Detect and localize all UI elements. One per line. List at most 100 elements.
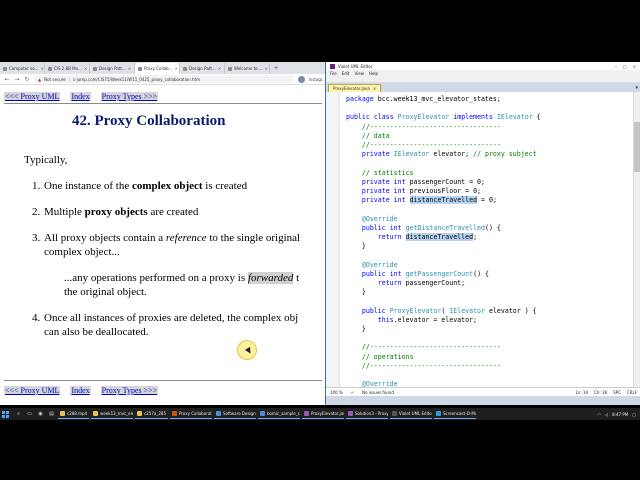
warning-icon: ▲: [38, 76, 42, 82]
taskbar-app-label: Software Design ...: [223, 411, 256, 416]
close-icon[interactable]: ×: [175, 66, 178, 71]
code-line: return passengerCount;: [377, 279, 466, 288]
index-link[interactable]: Index: [70, 386, 91, 395]
browser-tab[interactable]: Design Patt... ×: [90, 63, 135, 74]
taskbar-app[interactable]: Violet UML Editor: [390, 409, 433, 419]
search-icon[interactable]: ⌕: [14, 410, 23, 418]
scrollbar-thumb[interactable]: [634, 122, 640, 172]
list-item: 3. All proxy objects contain a reference …: [32, 232, 301, 244]
favicon-icon: [3, 66, 7, 71]
menu-edit[interactable]: Edit: [342, 71, 350, 76]
index-link[interactable]: Index: [70, 92, 91, 101]
taskbar-app-label: c257a_285: [144, 411, 167, 416]
taskbar-app[interactable]: bomic_sample_co...: [258, 409, 301, 419]
volume-icon[interactable]: ◁: [605, 412, 608, 417]
editor-tabbar: ProxyElevator.java × ▾: [326, 83, 640, 92]
clock[interactable]: 8:47 PM: [612, 412, 628, 417]
url-input[interactable]: ▲ Not secure | c-jump.com/CIS75/Week11/W…: [34, 75, 294, 83]
menu-help[interactable]: Help: [369, 71, 378, 76]
close-icon[interactable]: ×: [40, 66, 43, 71]
taskbar-app[interactable]: c288.mp4: [58, 409, 90, 419]
notification-icon[interactable]: ▢: [632, 412, 636, 417]
back-arrow-icon[interactable]: ←: [4, 76, 10, 83]
taskbar-app[interactable]: Screencast-O-Ma...: [434, 409, 477, 419]
new-tab-button[interactable]: +: [270, 63, 282, 74]
taskbar-app[interactable]: Software Design ...: [214, 409, 257, 419]
page-title: 42. Proxy Collaboration: [72, 113, 226, 129]
vertical-scrollbar[interactable]: [633, 92, 640, 387]
bookmark-extra[interactable]: Instagr...: [309, 77, 326, 82]
list-item-continuation: complex object...: [44, 246, 120, 258]
desktop: Computer so... × CIS 2.8B Mo... × Design P…: [0, 0, 640, 480]
prev-link[interactable]: <<< Proxy UML: [4, 92, 61, 101]
editor-tab[interactable]: ProxyElevator.java ×: [328, 84, 382, 92]
taskbar-app[interactable]: c257a_285: [135, 409, 169, 419]
folder-icon[interactable]: ▤: [47, 410, 56, 418]
code-line: }: [346, 325, 366, 334]
windows-start-icon[interactable]: [2, 410, 9, 418]
close-icon[interactable]: ×: [128, 66, 131, 71]
intro-text: Typically,: [24, 154, 68, 166]
network-icon[interactable]: ◠: [598, 412, 602, 417]
browser-tab-active[interactable]: Proxy Collab... ×: [135, 63, 180, 74]
prev-link[interactable]: <<< Proxy UML: [4, 386, 61, 395]
browser-tab[interactable]: CIS 2.8B Mo... ×: [45, 63, 90, 74]
next-link[interactable]: Proxy Types >>>: [100, 386, 159, 395]
browser-tab[interactable]: Computer so... ×: [0, 63, 45, 74]
web-page: <<< Proxy UML Index Proxy Types >>> 42. …: [0, 86, 330, 405]
ide-bottom-panel: [326, 396, 640, 405]
menu-file[interactable]: File: [330, 71, 337, 76]
taskbar-app[interactable]: Proxy Collaborati...: [170, 409, 213, 419]
taskbar-app-label: bomic_sample_co...: [267, 411, 300, 416]
maximize-icon[interactable]: □: [623, 64, 627, 69]
taskbar-app-label: Solution3 - Proxy...: [355, 411, 388, 416]
code-editor[interactable]: package bcc.week13_mvc_elevator_states; …: [326, 92, 640, 387]
chrome-icon[interactable]: ◉: [36, 410, 45, 418]
chevron-down-icon[interactable]: ▾: [635, 84, 640, 92]
line-ending: CRLF: [626, 389, 637, 395]
code-line: public int getDistanceTravelled() {: [361, 223, 501, 232]
code-line: // data: [361, 131, 390, 140]
taskbar-app[interactable]: ProxyElevator.jav...: [302, 409, 345, 419]
security-label: Not secure: [44, 76, 66, 82]
code-line: // operations: [361, 352, 414, 361]
code-line: private int previousFloor = 0;: [361, 187, 482, 196]
browser-window: Computer so... × CIS 2.8B Mo... × Design P…: [0, 62, 330, 405]
bottom-navigation: <<< Proxy UML Index Proxy Types >>>: [4, 386, 159, 395]
browser-tab[interactable]: Welcome to ... ×: [225, 63, 270, 74]
close-icon[interactable]: ×: [84, 66, 87, 71]
app-icon: [172, 411, 178, 416]
minimize-icon[interactable]: –: [615, 64, 617, 69]
close-icon[interactable]: ×: [633, 64, 636, 69]
taskbar-app[interactable]: Solution3 - Proxy...: [346, 409, 389, 419]
reload-icon[interactable]: ↻: [24, 76, 30, 83]
zoom-level[interactable]: 100 %: [330, 390, 343, 395]
close-icon[interactable]: ×: [218, 66, 221, 71]
profile-avatar[interactable]: [297, 75, 305, 83]
top-navigation: <<< Proxy UML Index Proxy Types >>>: [4, 92, 159, 101]
taskbar-app-label: week13_mvc_eler...: [100, 411, 133, 416]
task-view-icon[interactable]: ▭: [25, 410, 34, 418]
address-bar: ← → ↻ ▲ Not secure | c-jump.com/CIS75/We…: [0, 74, 330, 85]
taskbar-app-label: Proxy Collaborati...: [179, 411, 212, 416]
column-number: Ch: 36: [594, 389, 608, 395]
code-line: @Override: [361, 214, 398, 223]
line-number: Ln: 34: [575, 389, 589, 395]
issues-status: No issues found: [362, 389, 394, 395]
code-line: public int getPassengerCount() {: [361, 269, 489, 278]
code-line: //---------------------------------: [361, 141, 501, 150]
browser-tab[interactable]: Design Patt... ×: [180, 63, 225, 74]
code-line: // statistics: [361, 168, 414, 177]
code-line: package bcc.week13_mvc_elevator_states;: [346, 95, 501, 103]
code-line: }: [346, 288, 366, 297]
menu-view[interactable]: View: [354, 71, 364, 76]
code-text: package bcc.week13_mvc_elevator_states; …: [346, 95, 541, 387]
close-icon[interactable]: ×: [373, 86, 376, 91]
close-icon[interactable]: ×: [265, 66, 268, 71]
app-icon: [304, 411, 310, 416]
taskbar-app-label: Violet UML Editor: [399, 411, 433, 416]
next-link[interactable]: Proxy Types >>>: [100, 92, 159, 101]
forward-arrow-icon[interactable]: →: [14, 76, 20, 83]
taskbar-app[interactable]: week13_mvc_eler...: [91, 409, 134, 419]
